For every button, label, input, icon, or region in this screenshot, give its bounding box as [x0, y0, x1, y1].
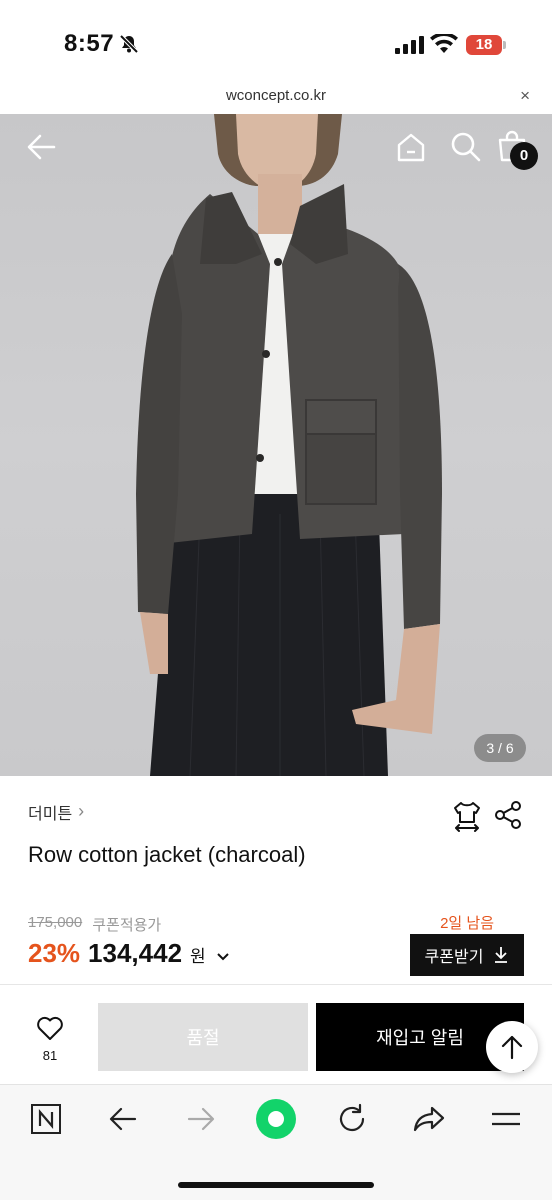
home-icon[interactable]: [394, 130, 428, 164]
fit-size-icon[interactable]: [452, 800, 482, 832]
coupon-price-note: 쿠폰적용가: [92, 917, 162, 934]
battery-tip: [503, 41, 506, 49]
chevron-down-icon[interactable]: [216, 952, 230, 962]
naver-icon[interactable]: [30, 1103, 62, 1135]
purchase-action-bar: 81 품절 재입고 알림: [0, 984, 552, 1084]
status-time: 8:57: [64, 30, 115, 57]
product-page: 8:57 18 wconcept.co.kr × 0 3 / 6 더미튼 › R…: [0, 0, 552, 1200]
discount-rate: 23%: [28, 938, 81, 968]
product-title: Row cotton jacket (charcoal): [28, 842, 306, 867]
battery-indicator: 18: [466, 35, 502, 55]
brand-name: 더미튼: [28, 806, 73, 823]
cart-count-badge: 0: [510, 142, 538, 170]
product-photo: [136, 114, 442, 776]
close-button[interactable]: ×: [520, 86, 530, 106]
menu-icon[interactable]: [490, 1103, 522, 1135]
home-indicator: [178, 1182, 374, 1188]
original-price: 175,000: [28, 914, 83, 931]
brand-link[interactable]: 더미튼 ›: [28, 800, 84, 824]
browser-back-icon[interactable]: [108, 1103, 138, 1135]
gallery-pager: 3 / 6: [474, 734, 526, 762]
coupon-download-button[interactable]: 쿠폰받기: [410, 934, 524, 976]
search-icon[interactable]: [450, 130, 482, 164]
share-forward-icon[interactable]: [412, 1103, 446, 1135]
coupon-button-label: 쿠폰받기: [424, 949, 484, 966]
reload-icon[interactable]: [336, 1103, 368, 1135]
soldout-button: 품절: [98, 1003, 308, 1071]
heart-icon: [37, 1016, 63, 1040]
like-button[interactable]: 81: [34, 1015, 66, 1063]
wifi-icon: [430, 34, 458, 53]
signal-icon: [395, 36, 424, 54]
share-icon[interactable]: [494, 800, 522, 830]
product-image-gallery[interactable]: 0 3 / 6: [0, 114, 552, 776]
download-icon: [495, 947, 508, 963]
bell-slash-icon: [119, 34, 139, 54]
arrow-up-icon: [501, 1035, 523, 1060]
back-arrow-icon[interactable]: [24, 130, 58, 164]
chevron-right-icon: ›: [78, 800, 85, 821]
sale-price: 134,442: [88, 938, 183, 968]
url-text: wconcept.co.kr: [225, 87, 327, 104]
url-bar: wconcept.co.kr ×: [0, 84, 552, 114]
price-row[interactable]: 23% 134,442 원: [28, 938, 230, 969]
coupon-days-left: 2일 남음: [440, 915, 494, 932]
scroll-top-button[interactable]: [486, 1021, 538, 1073]
green-dot-icon[interactable]: [256, 1099, 296, 1139]
currency-label: 원: [190, 947, 206, 966]
like-count: 81: [42, 1048, 58, 1063]
status-bar: 8:57 18: [0, 0, 552, 84]
browser-forward-icon[interactable]: [186, 1103, 216, 1135]
original-price-row: 175,000 쿠폰적용가: [28, 914, 161, 935]
